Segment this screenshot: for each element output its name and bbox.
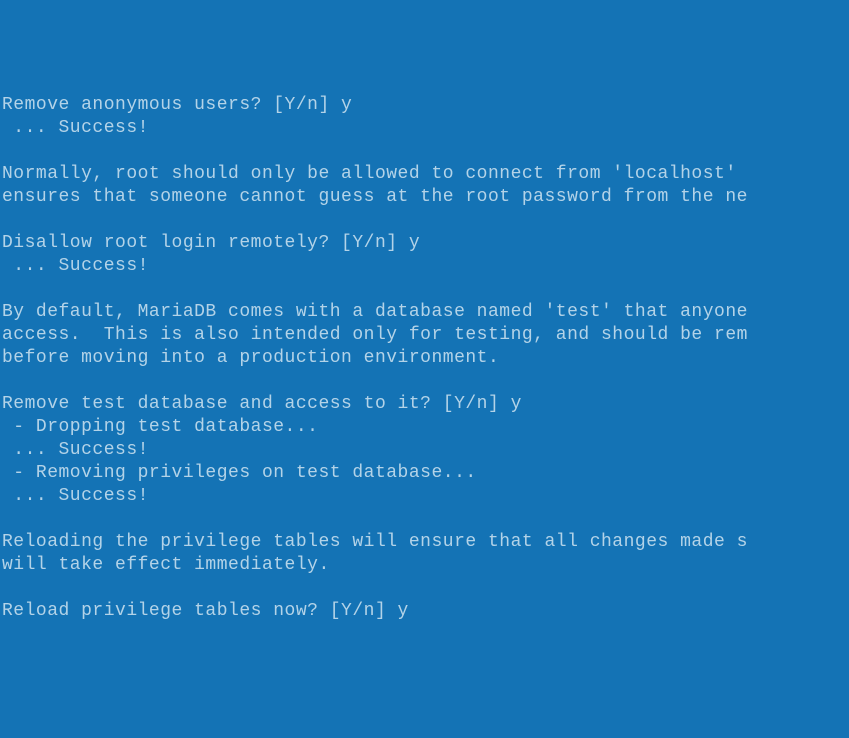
terminal-line — [2, 577, 849, 600]
terminal-line: - Removing privileges on test database..… — [2, 462, 849, 485]
terminal-line: ... Success! — [2, 485, 849, 508]
terminal-line: ensures that someone cannot guess at the… — [2, 186, 849, 209]
terminal-line — [2, 278, 849, 301]
terminal-line — [2, 370, 849, 393]
terminal-line: Remove test database and access to it? [… — [2, 393, 849, 416]
terminal-line: Disallow root login remotely? [Y/n] y — [2, 232, 849, 255]
terminal-line: Reloading the privilege tables will ensu… — [2, 531, 849, 554]
terminal-line: ... Success! — [2, 255, 849, 278]
terminal-line: access. This is also intended only for t… — [2, 324, 849, 347]
terminal-line: ... Success! — [2, 117, 849, 140]
terminal-line: before moving into a production environm… — [2, 347, 849, 370]
terminal-line: Remove anonymous users? [Y/n] y — [2, 94, 849, 117]
terminal-output[interactable]: Remove anonymous users? [Y/n] y ... Succ… — [2, 94, 849, 623]
terminal-line: - Dropping test database... — [2, 416, 849, 439]
terminal-line: will take effect immediately. — [2, 554, 849, 577]
terminal-line: Reload privilege tables now? [Y/n] y — [2, 600, 849, 623]
terminal-line — [2, 209, 849, 232]
terminal-line — [2, 140, 849, 163]
terminal-line: ... Success! — [2, 439, 849, 462]
terminal-line: Normally, root should only be allowed to… — [2, 163, 849, 186]
terminal-line — [2, 508, 849, 531]
terminal-line: By default, MariaDB comes with a databas… — [2, 301, 849, 324]
